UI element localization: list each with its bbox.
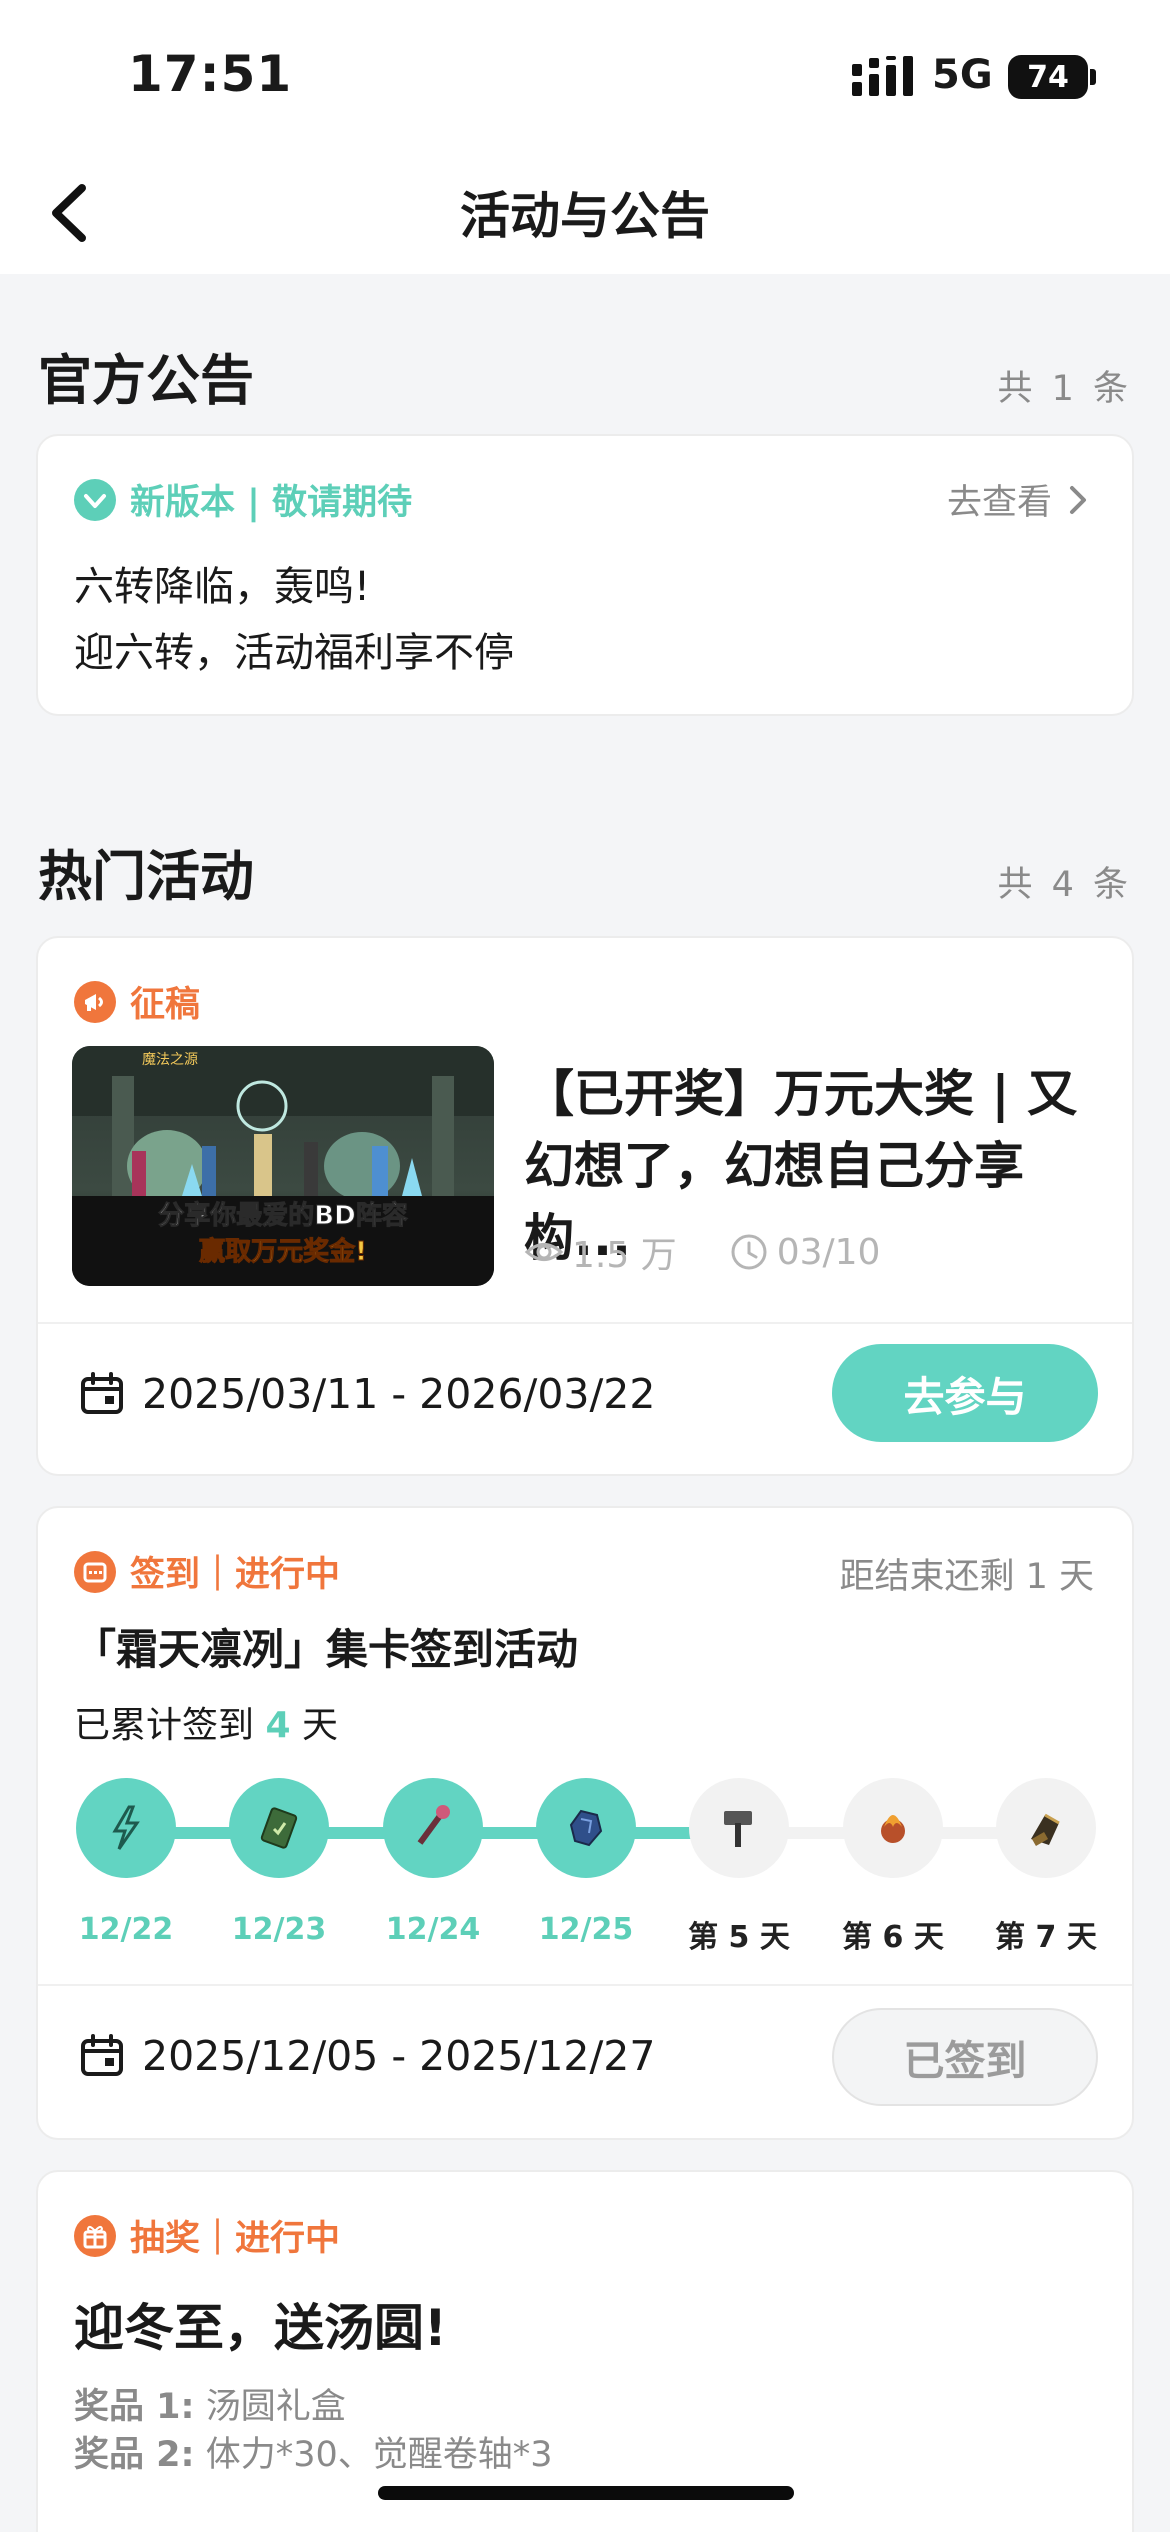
day-circle [689,1778,789,1878]
view-count: 1.5 万 [572,1235,677,1276]
prize-2: 奖品 2: 体力*30、觉醒卷轴*3 [74,2426,553,2477]
prize-2-value: 体力*30、觉醒卷轴*3 [205,2435,553,2475]
divider [38,1322,1132,1324]
event-tag-label: 抽奖｜进行中 [130,2219,341,2259]
checkin-day: 12/24 [383,1778,483,1947]
announcement-card[interactable]: 新版本 | 敬请期待 去查看 六转降临，轰鸣! 迎六转，活动福利享不停 [36,434,1134,716]
banner-illustration: 魔法之源 分享你最爱的BD阵容 赢取万元奖金! [72,1046,494,1286]
hammer-icon [724,1811,752,1847]
hot-events-section-title: 热门活动 [38,845,254,908]
event-card-submission[interactable]: 征稿 魔法之源 分享你最爱的BD阵容 赢取万元奖金! 【已开奖】万元大奖 | 又… [36,936,1134,1476]
day-label: 第 7 天 [995,1920,1097,1955]
lightning-icon [112,1805,140,1850]
event-tag-label: 征稿 [130,985,201,1025]
checkin-day: 12/22 [76,1778,176,1947]
checkin-day: 12/25 [536,1778,636,1947]
time-remaining: 距结束还剩 1 天 [839,1557,1094,1597]
blue-ore-icon [569,1809,603,1847]
day-circle [229,1778,329,1878]
progress-suffix: 天 [301,1705,338,1746]
battery-level: 74 [1027,59,1069,95]
fire-orb-icon [881,1815,905,1843]
clock-icon [731,1234,767,1270]
signal-icon [852,56,913,96]
event-tag: 征稿 [74,976,200,1027]
prize-1-value: 汤圆礼盒 [205,2387,346,2427]
status-bar: 17:51 5G 74 [0,0,1170,150]
nav-bar: 活动与公告 [0,150,1170,274]
event-card-checkin[interactable]: 签到｜进行中 距结束还剩 1 天 「霜天凛冽」集卡签到活动 已累计签到 4 天 … [36,1506,1134,2140]
day-circle [383,1778,483,1878]
prize-1: 奖品 1: 汤圆礼盒 [74,2378,346,2429]
progress-days: 4 [265,1705,291,1746]
event-tag-label: 签到｜进行中 [130,1555,341,1595]
checkin-day: 12/23 [229,1778,329,1947]
calendar-icon [81,1372,123,1414]
day-label: 12/24 [385,1912,481,1947]
day-circle [536,1778,636,1878]
divider [38,1984,1132,1986]
checkin-day: 第 6 天 [842,1778,944,1955]
participate-button[interactable]: 去参与 [832,1344,1098,1442]
network-type: 5G [932,52,993,98]
gauntlet-icon [1031,1813,1060,1846]
hot-events-count: 共 4 条 [997,865,1132,905]
day-circle [996,1778,1096,1878]
checkin-day: 第 5 天 [688,1778,790,1955]
event-meta: 1.5 万 03/10 [524,1226,880,1278]
heart-badge-icon [74,478,116,521]
announcements-section-title: 官方公告 [38,349,254,412]
view-link-label: 去查看 [946,483,1052,523]
announcement-line-1: 六转降临，轰鸣! [74,564,371,610]
banner-line-2: 赢取万元奖金! [199,1236,367,1267]
megaphone-icon [74,980,116,1023]
battery-icon: 74 [1008,55,1088,99]
day-label: 第 6 天 [842,1920,944,1955]
event-tag: 抽奖｜进行中 [74,2210,340,2261]
home-indicator [378,2486,794,2500]
event-card-lottery[interactable]: 抽奖｜进行中 迎冬至，送汤圆! 奖品 1: 汤圆礼盒 奖品 2: 体力*30、觉… [36,2170,1134,2532]
checked-in-button[interactable]: 已签到 [832,2008,1098,2106]
day-label: 12/23 [231,1912,327,1947]
page: 17:51 5G 74 活动与公告 官方公告 共 1 条 新版本 | 敬请期待 [0,0,1170,2532]
date-range-text: 2025/12/05 - 2025/12/27 [142,2032,656,2080]
progress-prefix: 已累计签到 [74,1705,255,1746]
announcement-tag-label: 新版本 | 敬请期待 [130,483,413,523]
status-time: 17:51 [128,45,293,103]
checkin-day: 第 7 天 [995,1778,1097,1955]
event-date-range: 2025/03/11 - 2026/03/22 [78,1370,655,1418]
event-date-range: 2025/12/05 - 2025/12/27 [78,2032,655,2080]
battery-cap [1090,69,1096,85]
calendar-badge-icon [74,1550,116,1593]
banner-line-1: 分享你最爱的BD阵容 [158,1200,407,1231]
event-title[interactable]: 迎冬至，送汤圆! [74,2288,447,2360]
event-title[interactable]: 「霜天凛冽」集卡签到活动 [74,1616,578,1677]
event-banner-image[interactable]: 魔法之源 分享你最爱的BD阵容 赢取万元奖金! [72,1046,494,1286]
day-label: 12/25 [538,1912,634,1947]
green-card-icon [260,1807,298,1849]
prize-1-label: 奖品 1: [74,2387,195,2427]
staff-icon [417,1805,450,1845]
day-circle [76,1778,176,1878]
announcement-tag: 新版本 | 敬请期待 [74,474,412,525]
day-label: 12/22 [78,1912,174,1947]
checkin-progress: 已累计签到 4 天 [74,1696,338,1748]
chevron-right-icon [1070,485,1086,514]
announcements-count: 共 1 条 [997,369,1132,409]
date-range-text: 2025/03/11 - 2026/03/22 [142,1370,656,1418]
page-title: 活动与公告 [460,187,710,245]
prize-2-label: 奖品 2: [74,2435,195,2475]
view-announcement-link[interactable]: 去查看 [947,474,1090,525]
eye-icon [524,1243,564,1261]
day-label: 第 5 天 [688,1920,790,1955]
post-date: 03/10 [776,1231,881,1273]
banner-logo: 魔法之源 [142,1052,198,1068]
announcement-body: 六转降临，轰鸣! 迎六转，活动福利享不停 [74,554,514,686]
day-circle [843,1778,943,1878]
announcement-line-2: 迎六转，活动福利享不停 [74,630,514,676]
gift-icon [74,2214,116,2257]
calendar-icon [81,2034,123,2076]
event-tag: 签到｜进行中 [74,1546,340,1597]
